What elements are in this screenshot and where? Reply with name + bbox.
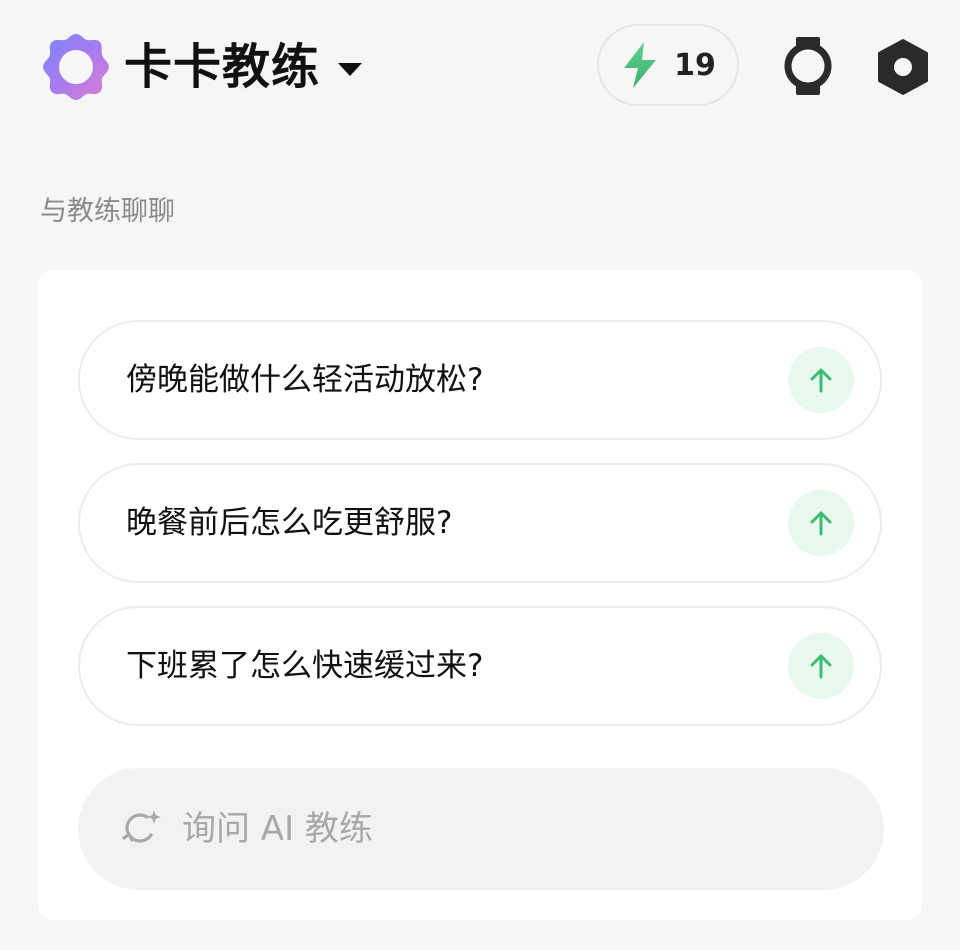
- chevron-down-icon: [338, 62, 363, 76]
- suggestion-chip[interactable]: 傍晚能做什么轻活动放松?: [78, 320, 882, 440]
- coach-home-screen: 卡卡教练 19 与教练聊聊 傍晚能做什么轻活动放松? 晚餐前后怎么吃更舒服? 下…: [0, 0, 960, 950]
- suggestion-chip[interactable]: 晚餐前后怎么吃更舒服?: [78, 463, 882, 583]
- ask-ai-input[interactable]: 询问 AI 教练: [78, 768, 884, 890]
- sparkle-refresh-icon: [122, 810, 161, 843]
- suggestion-text: 下班累了怎么快速缓过来?: [126, 648, 484, 684]
- flower-ring-logo-icon: [43, 34, 109, 100]
- arrow-up-icon: [810, 511, 832, 536]
- suggestion-chip[interactable]: 下班累了怎么快速缓过来?: [78, 606, 882, 726]
- ask-ai-placeholder: 询问 AI 教练: [182, 809, 373, 849]
- energy-badge[interactable]: 19: [597, 24, 739, 106]
- arrow-up-icon: [810, 654, 832, 679]
- app-title: 卡卡教练: [124, 39, 321, 95]
- energy-count: 19: [674, 47, 716, 83]
- chat-card: 傍晚能做什么轻活动放松? 晚餐前后怎么吃更舒服? 下班累了怎么快速缓过来? 询问…: [38, 270, 922, 920]
- section-title: 与教练聊聊: [40, 196, 175, 227]
- arrow-up-icon: [810, 368, 832, 393]
- send-suggestion-button[interactable]: [788, 347, 854, 413]
- header: 卡卡教练 19: [0, 0, 960, 132]
- app-switcher[interactable]: 卡卡教练: [124, 30, 363, 104]
- lightning-bolt-icon: [624, 42, 657, 88]
- send-suggestion-button[interactable]: [788, 633, 854, 699]
- smartwatch-icon[interactable]: [780, 36, 836, 96]
- suggestion-text: 晚餐前后怎么吃更舒服?: [126, 505, 453, 541]
- send-suggestion-button[interactable]: [788, 490, 854, 556]
- hexagon-settings-icon[interactable]: [876, 38, 930, 96]
- suggestion-text: 傍晚能做什么轻活动放松?: [126, 362, 484, 398]
